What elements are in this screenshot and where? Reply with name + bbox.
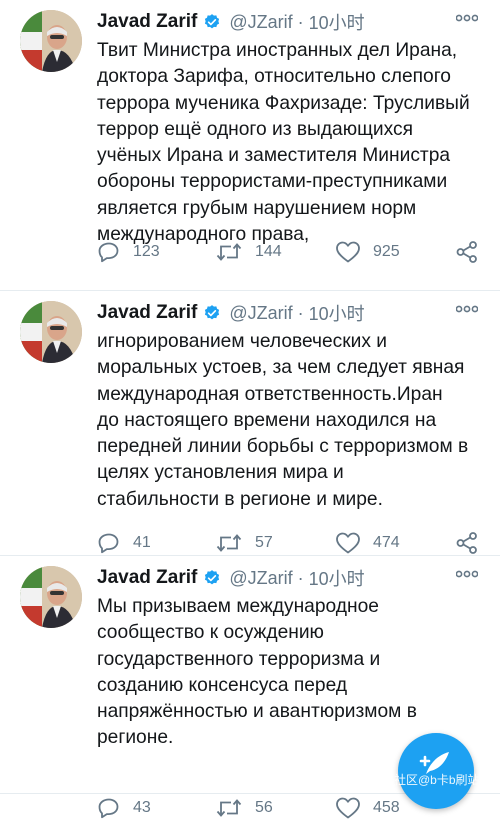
share-icon <box>456 532 477 554</box>
like-count: 458 <box>373 799 400 816</box>
tweet-text-line: игнорированием человеческих и <box>97 331 388 352</box>
tweet-text-line: является грубым нарушением норм <box>97 197 417 219</box>
author-handle[interactable]: @JZarif <box>229 12 292 33</box>
like-button[interactable]: 474 <box>335 531 400 555</box>
more-options-icon[interactable] <box>456 13 478 23</box>
watermark: 社区@b卡b刷站 <box>394 773 480 787</box>
retweet-count: 57 <box>255 534 273 551</box>
tweet-text-line: до настоящего времени находился на <box>97 409 437 431</box>
tweet-text-line: обороны террористами-преступниками <box>97 171 448 193</box>
tweet-text-line: моральных устоев, за чем следует явная <box>97 357 465 379</box>
tweet-text-line: Твит Министра иностранных дел Ирана, <box>97 40 458 61</box>
verified-badge-icon <box>205 305 220 320</box>
timestamp[interactable]: 10小时 <box>309 9 365 35</box>
tweet-text-line: государственного терроризма и <box>97 648 381 670</box>
retweet-button[interactable]: 144 <box>215 240 282 264</box>
tweet-text: игнорированием человеческих и моральных … <box>97 329 487 513</box>
retweet-count: 56 <box>255 799 273 816</box>
author-name[interactable]: Javad Zarif <box>97 567 197 589</box>
tweet-text-line: международная ответственность.Иран <box>97 383 443 405</box>
more-options-icon[interactable] <box>456 304 478 314</box>
avatar[interactable] <box>20 566 82 628</box>
retweet-button[interactable]: 57 <box>215 531 273 555</box>
tweet-actions: 41 57 474 <box>97 531 482 555</box>
tweet-actions: 123 144 925 <box>97 240 482 264</box>
author-name[interactable]: Javad Zarif <box>97 11 197 33</box>
verified-badge-icon <box>205 14 220 29</box>
tweet-text-line: созданию консенсуса перед <box>97 674 348 696</box>
timestamp[interactable]: 10小时 <box>309 565 365 591</box>
tweet-text-line: террора мученика Фахризаде: Трусливый <box>97 92 470 114</box>
tweet-text-line: учёных Ирана и заместителя Министра <box>97 145 451 167</box>
tweet-text: Твит Министра иностранных дел Ирана, док… <box>97 38 487 248</box>
tweet[interactable]: Javad Zarif @JZarif · 10小时 Твит Министра… <box>0 0 500 291</box>
share-icon <box>456 241 477 263</box>
like-icon <box>336 241 360 263</box>
like-icon <box>336 797 360 819</box>
reply-button[interactable]: 41 <box>97 531 151 555</box>
tweet-text-line: стабильности в регионе и мире. <box>97 488 383 510</box>
reply-button[interactable]: 123 <box>97 240 160 264</box>
reply-count: 41 <box>133 534 151 551</box>
tweet[interactable]: Javad Zarif @JZarif · 10小时 игнорирование… <box>0 291 500 556</box>
more-options-icon[interactable] <box>456 569 478 579</box>
author-name[interactable]: Javad Zarif <box>97 302 197 324</box>
like-button[interactable]: 925 <box>335 240 400 264</box>
like-count: 925 <box>373 243 400 260</box>
verified-badge-icon <box>205 570 220 585</box>
reply-count: 43 <box>133 799 151 816</box>
reply-icon <box>98 798 119 819</box>
like-button[interactable]: 458 <box>335 796 400 820</box>
tweet-text-line: передней линии борьбы с терроризмом в <box>97 436 469 458</box>
tweet-text-line: доктора Зарифа, относительно слепого <box>97 66 451 88</box>
reply-icon <box>98 533 119 554</box>
author-handle[interactable]: @JZarif <box>229 303 292 324</box>
separator-dot: · <box>297 567 304 588</box>
tweet-text: Мы призываем международное сообщество к … <box>97 594 487 752</box>
tweet-text-line: напряжённостью и авантюризмом в <box>97 701 417 723</box>
like-icon <box>336 532 360 554</box>
retweet-icon <box>216 534 242 552</box>
avatar[interactable] <box>20 10 82 72</box>
retweet-button[interactable]: 56 <box>215 796 273 820</box>
reply-icon <box>98 242 119 263</box>
separator-dot: · <box>297 11 304 32</box>
tweet-text-line: террор ещё одного из выдающихся <box>97 118 413 140</box>
reply-button[interactable]: 43 <box>97 796 151 820</box>
share-button[interactable] <box>455 240 479 264</box>
like-count: 474 <box>373 534 400 551</box>
retweet-icon <box>216 243 242 261</box>
author-handle[interactable]: @JZarif <box>229 568 292 589</box>
tweet-text-line: сообщество к осуждению <box>97 622 324 644</box>
share-button[interactable] <box>455 531 479 555</box>
tweet-text-line: Мы призываем международное <box>97 596 379 617</box>
timestamp[interactable]: 10小时 <box>309 300 365 326</box>
separator-dot: · <box>297 302 304 323</box>
retweet-icon <box>216 799 242 817</box>
retweet-count: 144 <box>255 243 282 260</box>
avatar[interactable] <box>20 301 82 363</box>
tweet-text-line: целях установления мира и <box>97 462 344 484</box>
reply-count: 123 <box>133 243 160 260</box>
